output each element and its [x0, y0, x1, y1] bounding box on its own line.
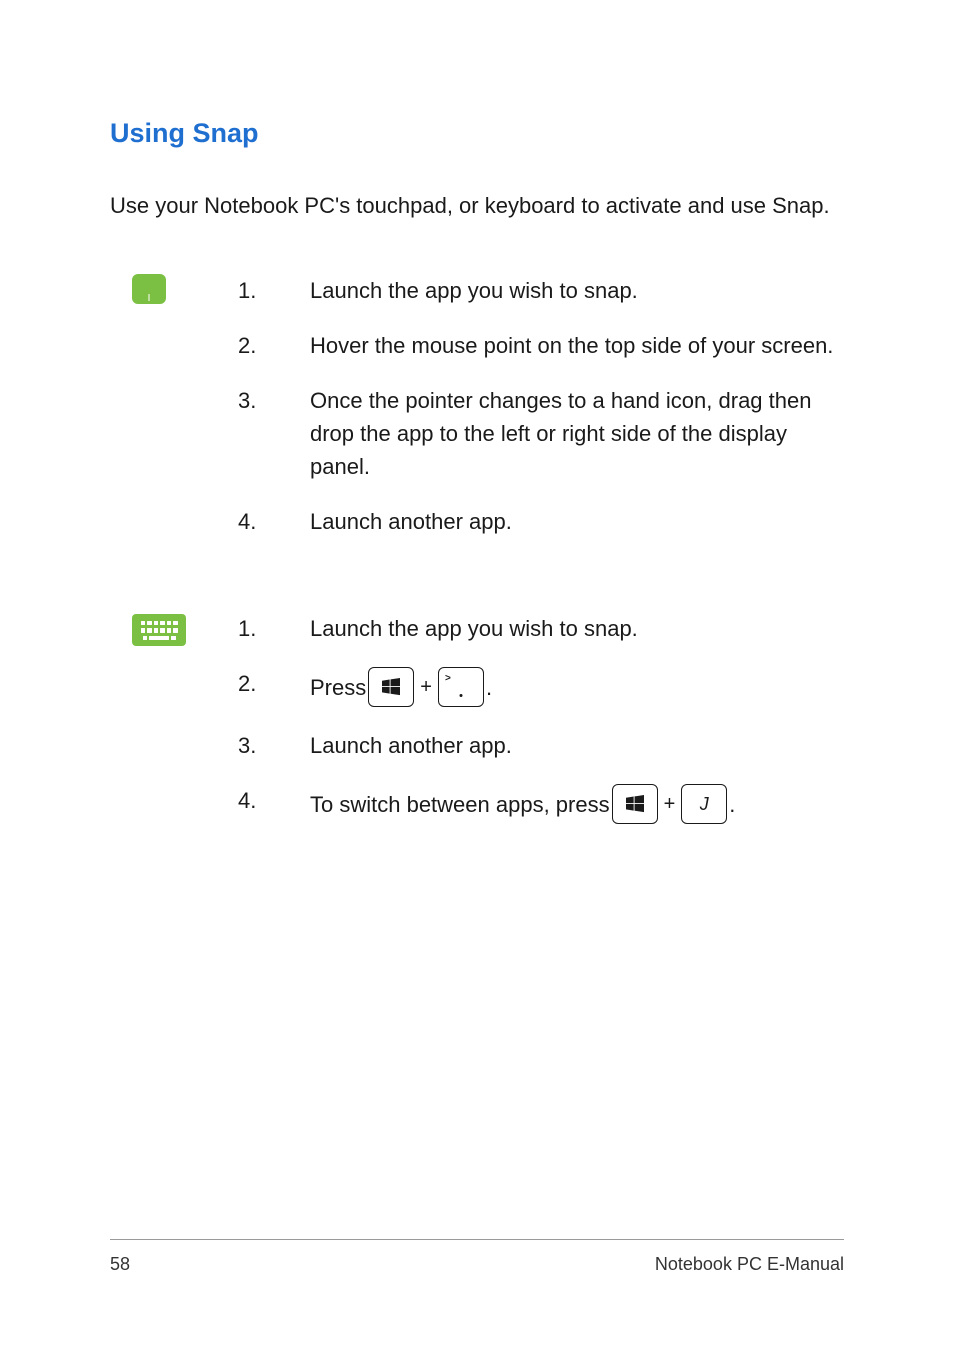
- touchpad-steps: 1. Launch the app you wish to snap. 2. H…: [238, 274, 844, 560]
- touchpad-icon: [132, 274, 166, 304]
- plus-sign: +: [420, 672, 432, 702]
- windows-key-icon: [368, 667, 414, 707]
- windows-logo-icon: [626, 795, 644, 813]
- step-text: Launch the app you wish to snap.: [310, 612, 844, 645]
- footer-title: Notebook PC E-Manual: [655, 1254, 844, 1275]
- step-text: Once the pointer changes to a hand icon,…: [310, 384, 844, 483]
- list-item: 2. Hover the mouse point on the top side…: [238, 329, 844, 362]
- manual-page: Using Snap Use your Notebook PC's touchp…: [0, 0, 954, 1345]
- step-text: Hover the mouse point on the top side of…: [310, 329, 844, 362]
- keyboard-steps: 1. Launch the app you wish to snap. 2. P…: [238, 612, 844, 846]
- step-text-after: .: [486, 671, 492, 704]
- keyboard-section: 1. Launch the app you wish to snap. 2. P…: [110, 612, 844, 846]
- touchpad-section: 1. Launch the app you wish to snap. 2. H…: [110, 274, 844, 560]
- step-text-before: Press: [310, 671, 366, 704]
- windows-key-icon: [612, 784, 658, 824]
- step-number: 3.: [238, 384, 310, 417]
- windows-logo-icon: [382, 678, 400, 696]
- step-number: 1.: [238, 612, 310, 645]
- step-text: To switch between apps, press + J: [310, 784, 844, 824]
- keyboard-icon-col: [110, 612, 238, 646]
- step-text: Launch another app.: [310, 729, 844, 762]
- period-key-icon: >: [438, 667, 484, 707]
- step-number: 4.: [238, 505, 310, 538]
- keyboard-icon: [132, 614, 186, 646]
- plus-sign: +: [664, 789, 676, 819]
- step-text: Press + >: [310, 667, 844, 707]
- list-item: 1. Launch the app you wish to snap.: [238, 274, 844, 307]
- step-text-before: To switch between apps, press: [310, 788, 610, 821]
- j-key-icon: J: [681, 784, 727, 824]
- list-item: 1. Launch the app you wish to snap.: [238, 612, 844, 645]
- section-heading: Using Snap: [110, 118, 844, 149]
- list-item: 4. Launch another app.: [238, 505, 844, 538]
- touchpad-icon-col: [110, 274, 238, 309]
- intro-paragraph: Use your Notebook PC's touchpad, or keyb…: [110, 189, 844, 222]
- step-number: 2.: [238, 667, 310, 700]
- page-footer: 58 Notebook PC E-Manual: [110, 1239, 844, 1275]
- step-text-after: .: [729, 788, 735, 821]
- step-text: Launch another app.: [310, 505, 844, 538]
- list-item: 3. Launch another app.: [238, 729, 844, 762]
- step-number: 1.: [238, 274, 310, 307]
- step-number: 3.: [238, 729, 310, 762]
- list-item: 4. To switch between apps, press: [238, 784, 844, 824]
- step-text: Launch the app you wish to snap.: [310, 274, 844, 307]
- step-number: 4.: [238, 784, 310, 817]
- list-item: 2. Press +: [238, 667, 844, 707]
- step-number: 2.: [238, 329, 310, 362]
- page-number: 58: [110, 1254, 130, 1275]
- list-item: 3. Once the pointer changes to a hand ic…: [238, 384, 844, 483]
